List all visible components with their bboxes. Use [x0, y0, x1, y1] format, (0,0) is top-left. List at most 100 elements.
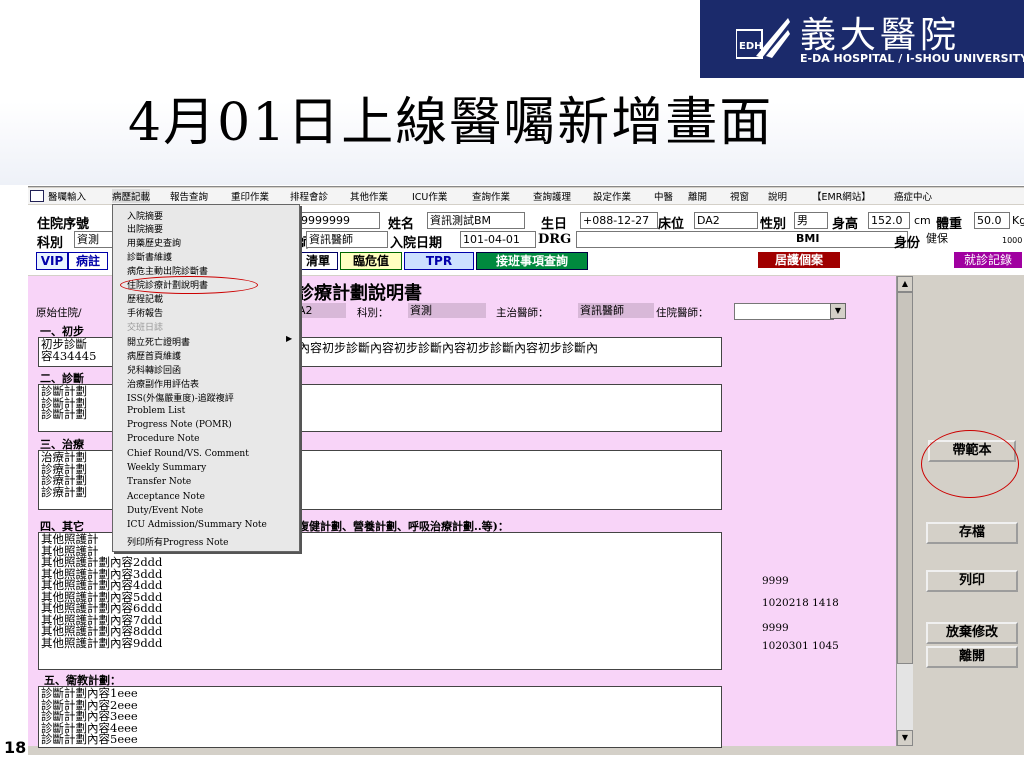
menu-icu-ops[interactable]: ICU作業: [412, 189, 447, 203]
tpr-button[interactable]: TPR: [404, 252, 474, 270]
drg-label: DRG: [538, 232, 572, 247]
save-button[interactable]: 存檔: [926, 522, 1018, 544]
slide-number: 18: [4, 738, 27, 757]
dd-surgery-report[interactable]: 手術報告: [127, 306, 163, 319]
disease-note-button[interactable]: 病註: [68, 252, 108, 270]
menu-reprint[interactable]: 重印作業: [231, 189, 269, 203]
menu-leave[interactable]: 離開: [688, 189, 707, 203]
name-label: 姓名: [388, 217, 415, 232]
bed-field[interactable]: DA2: [694, 212, 758, 229]
critical-value-button[interactable]: 臨危值: [340, 252, 402, 270]
sex-field[interactable]: 男: [794, 212, 828, 229]
resident-label: 住院醫師：: [656, 307, 709, 319]
initial-diagnosis-text: 內容初步診斷內容初步診斷內容初步診斷內容初步診斷內: [298, 341, 599, 355]
note-datetime-1: 1020218 1418: [762, 597, 839, 609]
scroll-up-icon[interactable]: ▲: [897, 276, 913, 292]
order-list-button[interactable]: 清單: [298, 252, 338, 270]
dd-procedure-note[interactable]: Procedure Note: [127, 434, 199, 444]
resident-select[interactable]: [734, 303, 834, 320]
dd-admission-summary[interactable]: 入院摘要: [127, 209, 163, 222]
print-button[interactable]: 列印: [926, 570, 1018, 592]
menu-report-query[interactable]: 報告查詢: [170, 189, 208, 203]
slide-title: 4月01日上線醫囑新增畫面: [128, 93, 774, 153]
form-dept-label: 科別：: [357, 307, 389, 319]
dd-acceptance-note[interactable]: Acceptance Note: [127, 492, 205, 502]
doctor-field[interactable]: 資訊醫師: [306, 231, 388, 248]
menu-order-input[interactable]: 醫囑輸入: [48, 189, 86, 203]
discard-changes-button[interactable]: 放棄修改: [926, 622, 1018, 644]
education-plan-textbox[interactable]: 診斷計劃內容1eee 診斷計劃內容2eee 診斷計劃內容3eee 診斷計劃內容4…: [38, 686, 722, 748]
vip-button[interactable]: VIP: [36, 252, 68, 270]
handover-query-button[interactable]: 接班事項查詢: [476, 252, 588, 270]
hospital-english-name: E-DA HOSPITAL / I-SHOU UNIVERSITY: [800, 52, 1024, 65]
chart-record-dropdown: 入院摘要 出院摘要 用藥歷史查詢 診斷書維護 病危主動出院診斷書 住院診療計劃說…: [112, 204, 300, 552]
birth-field[interactable]: +088-12-27: [580, 212, 658, 229]
dd-progress-note-pomr[interactable]: Progress Note (POMR): [127, 420, 232, 430]
vertical-scrollbar[interactable]: ▲ ▼: [896, 276, 913, 746]
attending-field: 資訊醫師: [578, 303, 654, 318]
menu-query-nursing[interactable]: 查詢護理: [533, 189, 571, 203]
menu-tcm[interactable]: 中醫: [654, 189, 673, 203]
menu-help[interactable]: 說明: [768, 189, 787, 203]
leave-button[interactable]: 離開: [926, 646, 1018, 668]
dd-pediatric-referral[interactable]: 兒科轉診回函: [127, 363, 181, 376]
bmi-label: BMI: [796, 232, 820, 245]
bed-label: 床位: [658, 217, 685, 232]
scroll-down-icon[interactable]: ▼: [897, 730, 913, 746]
chart-no-field[interactable]: 9999999: [298, 212, 380, 229]
menu-emr-site[interactable]: 【EMR網站】: [812, 189, 871, 203]
attending-label: 主治醫師：: [496, 307, 549, 319]
menu-query-ops[interactable]: 查詢作業: [472, 189, 510, 203]
drg-field[interactable]: [576, 231, 908, 248]
dd-print-all-progress[interactable]: 列印所有Progress Note: [127, 535, 229, 548]
highlight-circle: [921, 430, 1019, 498]
admit-date-label: 入院日期: [390, 236, 443, 251]
sex-label: 性別: [760, 217, 787, 232]
height-label: 身高: [832, 217, 859, 232]
menu-window[interactable]: 視窗: [730, 189, 749, 203]
form-title: 診療計劃說明書: [296, 283, 422, 304]
dd-diagnosis-cert[interactable]: 診斷書維護: [127, 250, 172, 263]
visit-record-button[interactable]: 就診記錄: [954, 252, 1022, 268]
note-user-1: 9999: [762, 575, 789, 587]
form-dept-field: 資測: [408, 303, 486, 318]
dd-medication-history[interactable]: 用藥歷史查詢: [127, 236, 181, 249]
weight-field[interactable]: 50.0: [974, 212, 1010, 229]
dept-label: 科別: [37, 236, 64, 251]
other-care-plan-textbox[interactable]: 其他照護計 其他照護計 其他照護計劃內容2ddd 其他照護計劃內容3ddd 其他…: [38, 532, 722, 670]
menubar: 醫囑輸入 病歷記載 報告查詢 重印作業 排程會診 其他作業 ICU作業 查詢作業…: [28, 188, 1024, 204]
menu-chart-record[interactable]: 病歷記載: [112, 189, 151, 203]
chevron-down-icon[interactable]: ▼: [830, 303, 846, 319]
dd-side-effect-assessment[interactable]: 治療副作用評估表: [127, 377, 199, 390]
form-bed-field: A2: [296, 303, 346, 318]
menu-cancer-center[interactable]: 癌症中心: [894, 189, 932, 203]
name-field[interactable]: 資訊測試BM: [427, 212, 525, 229]
svg-text:EDH: EDH: [739, 41, 763, 52]
home-care-button[interactable]: 居護個案: [758, 252, 840, 268]
dd-discharge-summary[interactable]: 出院摘要: [127, 222, 163, 235]
dd-chart-cover[interactable]: 病歷首頁維護: [127, 349, 181, 362]
menu-other-ops[interactable]: 其他作業: [350, 189, 388, 203]
admit-no-label: 住院序號: [37, 217, 90, 232]
dd-progress-record[interactable]: 歷程記載: [127, 292, 163, 305]
dd-handover-log: 交班日誌: [127, 323, 164, 333]
note-user-2: 9999: [762, 622, 789, 634]
admit-date-field[interactable]: 101-04-01: [460, 231, 536, 248]
submenu-arrow-icon: ▶: [286, 334, 293, 343]
dept-field[interactable]: 資測: [74, 231, 114, 248]
note-datetime-2: 1020301 1045: [762, 640, 839, 652]
scroll-thumb[interactable]: [897, 292, 913, 664]
menu-schedule-consult[interactable]: 排程會診: [290, 189, 328, 203]
dd-icu-admission-note[interactable]: ICU Admission/Summary Note: [127, 520, 267, 530]
dropdown-highlight-circle: [120, 276, 258, 294]
dd-weekly-summary[interactable]: Weekly Summary: [127, 463, 206, 473]
dd-problem-list[interactable]: Problem List: [127, 406, 185, 416]
dd-chief-round[interactable]: Chief Round/VS. Comment: [127, 449, 249, 459]
menu-settings[interactable]: 設定作業: [593, 189, 631, 203]
dd-transfer-note[interactable]: Transfer Note: [127, 477, 191, 487]
dd-death-cert[interactable]: 開立死亡證明書: [127, 335, 190, 348]
height-field[interactable]: 152.0: [868, 212, 910, 229]
dd-iss-reassessment[interactable]: ISS(外傷嚴重度)-追蹤複評: [127, 391, 234, 404]
dd-duty-event-note[interactable]: Duty/Event Note: [127, 506, 203, 516]
height-unit: cm: [914, 214, 931, 227]
